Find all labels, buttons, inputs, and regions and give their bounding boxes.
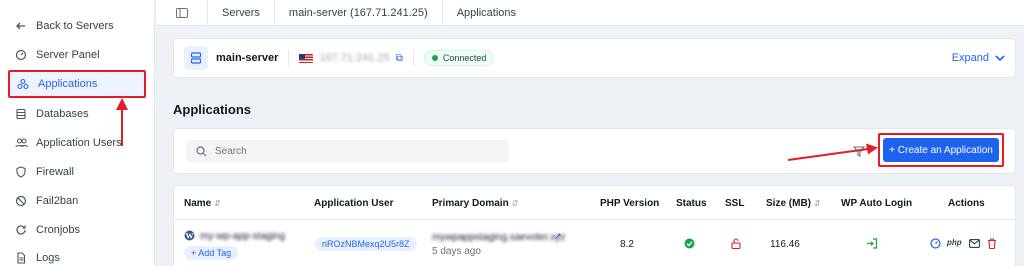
column-header-wp-auto-login: WP Auto Login	[841, 198, 913, 209]
server-header-card: main-server 167.71.241.25 ⧉ Connected Ex…	[173, 38, 1016, 78]
sidebar: Back to Servers Server Panel Application…	[0, 0, 155, 266]
chevron-down-icon	[995, 54, 1005, 61]
breadcrumb: Servers main-server (167.71.241.25) Appl…	[156, 0, 1024, 26]
sidebar-item-label: Applications	[38, 78, 98, 90]
sidebar-item-label: Cronjobs	[36, 224, 81, 236]
expand-label: Expand	[951, 52, 989, 64]
ssl-unlock-icon[interactable]	[731, 238, 741, 249]
svg-text:W: W	[186, 231, 194, 240]
sidebar-item-fail2ban[interactable]: Fail2ban	[8, 189, 146, 213]
column-header-php: PHP Version	[600, 198, 660, 209]
sort-icon: ⇵	[814, 199, 821, 208]
breadcrumb-servers[interactable]: Servers	[208, 0, 275, 26]
annotation-arrow-right	[787, 143, 878, 161]
us-flag-icon	[299, 53, 314, 63]
sidebar-item-label: Server Panel	[36, 49, 100, 61]
database-icon	[14, 107, 28, 121]
sidebar-item-label: Application Users	[36, 137, 122, 149]
status-dot-icon	[431, 55, 438, 61]
created-time: 5 days ago	[432, 246, 481, 257]
sidebar-item-applications[interactable]: Applications	[8, 70, 146, 98]
shield-icon	[14, 165, 28, 179]
gauge-icon	[14, 48, 28, 62]
copy-icon[interactable]: ⧉	[396, 53, 403, 64]
php-version: 8.2	[620, 239, 634, 250]
delete-icon[interactable]	[987, 238, 997, 249]
column-header-status: Status	[676, 198, 707, 209]
server-icon	[184, 46, 208, 70]
users-icon	[14, 136, 28, 150]
sidebar-item-cronjobs[interactable]: Cronjobs	[8, 218, 146, 242]
app-name[interactable]: my-wp-app-staging	[200, 231, 285, 242]
create-button-highlight: + Create an Application	[878, 133, 1004, 167]
applications-table: Name ⇵ Application User Primary Domain ⇵ P…	[173, 185, 1016, 266]
expand-button[interactable]: Expand	[952, 52, 1005, 64]
breadcrumb-server[interactable]: main-server (167.71.241.25)	[275, 0, 443, 26]
connection-status-badge: Connected	[423, 50, 495, 66]
column-header-user: Application User	[314, 198, 394, 209]
sidebar-item-label: Fail2ban	[36, 195, 79, 207]
column-header-size[interactable]: Size (MB) ⇵	[766, 198, 821, 209]
sidebar-item-logs[interactable]: Logs	[8, 246, 146, 266]
toolbar-card: + Create an Application	[173, 128, 1016, 174]
php-icon[interactable]: php	[947, 238, 962, 247]
external-link-icon[interactable]: ↗	[554, 231, 562, 242]
search-box[interactable]	[186, 140, 509, 162]
column-header-domain[interactable]: Primary Domain ⇵	[432, 198, 518, 209]
server-name: main-server	[216, 52, 279, 64]
breadcrumb-server-label: main-server (167.71.241.25)	[288, 6, 428, 19]
server-ip: 167.71.241.25	[319, 52, 390, 64]
app-size: 116.46	[770, 239, 800, 250]
refresh-icon	[14, 223, 28, 237]
column-header-label: Name	[184, 198, 212, 209]
column-header-name[interactable]: Name ⇵	[184, 198, 221, 209]
column-header-actions: Actions	[948, 198, 985, 209]
primary-domain[interactable]: mywpappstaging.saevoter.xyz	[432, 232, 565, 243]
sidebar-item-label: Firewall	[36, 166, 74, 178]
sidebar-item-label: Back to Servers	[36, 20, 114, 32]
ban-icon	[14, 194, 28, 208]
search-icon	[196, 145, 207, 156]
file-icon	[14, 251, 28, 265]
sidebar-item-label: Databases	[36, 108, 89, 120]
sort-icon: ⇵	[511, 199, 519, 208]
sort-icon: ⇵	[214, 199, 221, 208]
search-input[interactable]	[215, 145, 495, 157]
sidebar-item-server-panel[interactable]: Server Panel	[8, 43, 146, 67]
column-header-label: Size (MB)	[766, 198, 811, 209]
create-application-button[interactable]: + Create an Application	[883, 138, 999, 162]
breadcrumb-current-page: Applications	[456, 6, 517, 19]
app-user-badge[interactable]: nROzNBMexq2U5r8Z	[315, 237, 417, 251]
apps-icon	[16, 77, 30, 91]
status-check-icon	[684, 238, 695, 249]
page-title: Applications	[173, 102, 252, 117]
layout-icon[interactable]	[156, 0, 208, 26]
arrow-left-icon	[14, 19, 28, 33]
column-header-ssl: SSL	[725, 198, 745, 209]
mail-icon[interactable]	[969, 239, 980, 248]
sidebar-item-back-to-servers[interactable]: Back to Servers	[8, 14, 146, 38]
sidebar-item-label: Logs	[36, 252, 60, 264]
table-header: Name ⇵ Application User Primary Domain ⇵ P…	[174, 186, 1015, 220]
login-icon[interactable]	[866, 238, 878, 249]
annotation-arrow-up	[116, 98, 128, 146]
divider	[412, 50, 414, 66]
connection-status-label: Connected	[442, 53, 487, 63]
wordpress-icon: W	[184, 230, 195, 241]
divider	[288, 50, 290, 66]
dashboard-icon[interactable]	[930, 238, 941, 249]
column-header-label: Primary Domain	[432, 198, 509, 209]
sidebar-item-firewall[interactable]: Firewall	[8, 160, 146, 184]
add-tag-button[interactable]: + Add Tag	[184, 246, 239, 260]
